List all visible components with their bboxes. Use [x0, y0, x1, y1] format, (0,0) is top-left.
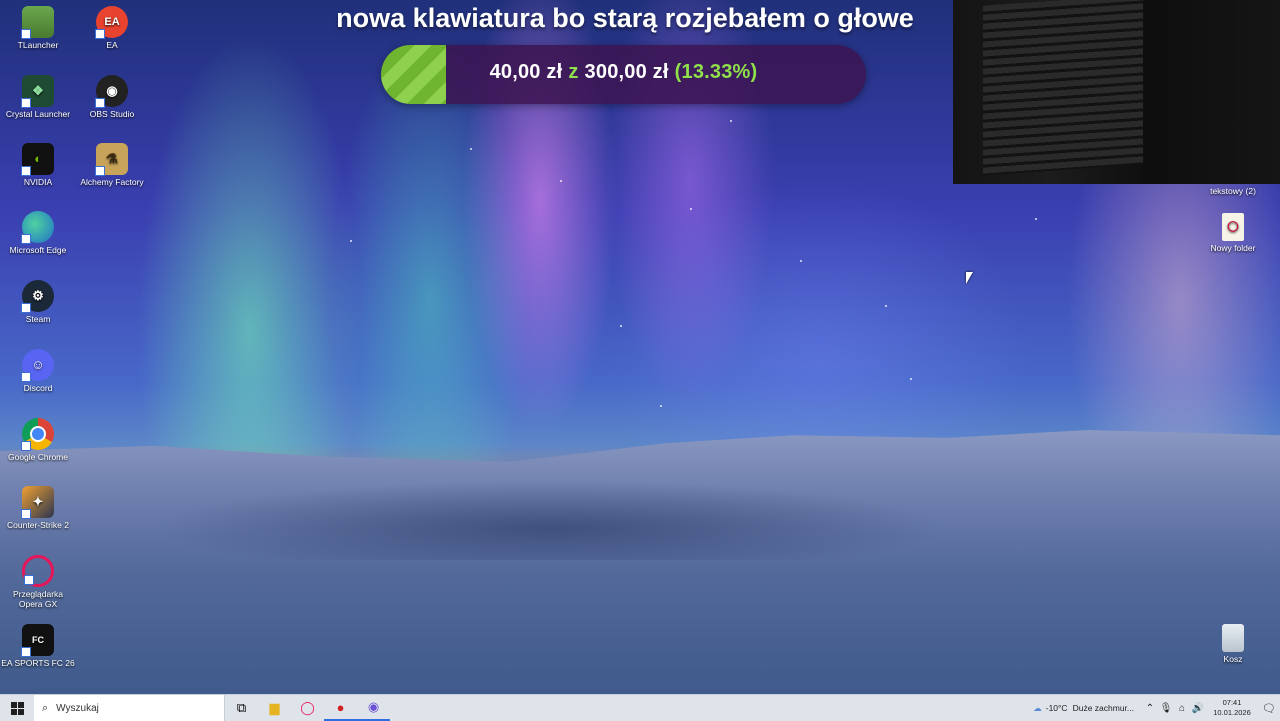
search-icon: ⌕	[42, 701, 49, 714]
taskbar-file-explorer[interactable]: ▆	[258, 695, 291, 721]
desktop-icon-tlauncher[interactable]: TLauncher	[1, 6, 75, 50]
donation-percent: (13.33%)	[674, 61, 758, 83]
start-button[interactable]	[0, 695, 34, 721]
desktop-icon-alchemy-factory[interactable]: ⚗ Alchemy Factory	[75, 143, 149, 187]
desktop-icon-label: Nowy folder	[1210, 243, 1256, 253]
donation-amount: 40,00 zł	[489, 61, 563, 83]
desktop-icon-nvidia[interactable]: ◐ NVIDIA	[1, 143, 75, 187]
tlauncher-icon	[21, 6, 54, 39]
task-view-icon: ⧉	[236, 700, 247, 715]
windows-logo-icon	[10, 701, 24, 715]
microphone-icon[interactable]: 🎙	[1158, 703, 1174, 714]
desktop-icon-new-folder[interactable]: ◯ Nowy folder	[1196, 213, 1270, 253]
clock-time: 07:41	[1222, 698, 1242, 707]
crystal-launcher-icon: ❖	[21, 75, 54, 108]
clock-date: 10.01.2026	[1213, 708, 1251, 717]
desktop-icon-fc26[interactable]: FC EA SPORTS FC 26	[1, 624, 75, 668]
desktop-icon-recycle-bin[interactable]: Kosz	[1196, 624, 1270, 664]
taskbar-obs[interactable]: ◉	[357, 695, 390, 721]
ea-icon: EA	[95, 6, 128, 39]
volume-icon[interactable]: 🔊	[1190, 703, 1206, 714]
desktop-icon-label: Microsoft Edge	[9, 245, 67, 255]
desktop-icon-label: Crystal Launcher	[5, 109, 71, 119]
network-icon[interactable]: ⌂	[1174, 703, 1190, 714]
desktop-icon-label: Przeglądarka Opera GX	[12, 589, 64, 609]
desktop-icon-label: tekstowy (2)	[1210, 186, 1256, 196]
nvidia-icon: ◐	[21, 143, 54, 176]
desktop-icon-label: Kosz	[1223, 654, 1243, 664]
desktop-icon-label: Alchemy Factory	[80, 177, 144, 187]
chrome-icon	[21, 418, 54, 451]
taskbar-clock[interactable]: 07:41 10.01.2026	[1210, 698, 1254, 718]
desktop-icon-label: EA SPORTS FC 26	[1, 658, 75, 668]
folder-icon: ◯	[1222, 213, 1244, 241]
opera-gx-icon	[22, 555, 54, 587]
donation-separator: z	[568, 61, 579, 83]
donation-goal: 300,00 zł	[584, 61, 669, 83]
desktop-icon-cs2[interactable]: ✦ Counter-Strike 2	[1, 486, 75, 530]
desktop-icon-ea[interactable]: EA EA	[75, 6, 149, 50]
system-tray: ☁ -10°C Duże zachmur... ⌃ 🎙 ⌂ 🔊 07:41 10…	[1025, 695, 1280, 721]
obs-icon: ◉	[367, 699, 380, 714]
weather-widget[interactable]: ☁ -10°C Duże zachmur...	[1025, 703, 1142, 714]
alchemy-factory-icon: ⚗	[95, 143, 128, 176]
desktop-icon-label: Discord	[23, 383, 53, 393]
weather-temp: -10°C	[1045, 703, 1068, 713]
donation-progress-text: 40,00 zł z 300,00 zł (13.33%)	[381, 61, 866, 84]
window-blinds	[983, 0, 1143, 176]
desktop-icon-label: Counter-Strike 2	[7, 520, 69, 530]
desktop-icon-label: Steam	[25, 314, 51, 324]
desktop-icon-opera-gx[interactable]: Przeglądarka Opera GX	[1, 555, 75, 609]
steam-icon: ⚙	[21, 280, 54, 313]
recycle-bin-icon	[1222, 624, 1244, 652]
cloud-icon: ☁	[1033, 702, 1042, 713]
taskbar-search[interactable]: ⌕ Wyszukaj	[34, 695, 225, 721]
taskbar: ⌕ Wyszukaj ⧉ ▆ ◯ ● ◉ ☁ -10°C Duże zachmu…	[0, 694, 1280, 721]
desktop-icon-label: TLauncher	[17, 40, 59, 50]
desktop-icon-text-file[interactable]: tekstowy (2)	[1196, 186, 1270, 196]
edge-icon	[21, 211, 54, 244]
folder-icon: ▆	[269, 700, 280, 715]
taskbar-app-red[interactable]: ●	[324, 695, 357, 721]
desktop-icon-label: NVIDIA	[23, 177, 53, 187]
taskbar-opera-gx[interactable]: ◯	[291, 695, 324, 721]
opera-gx-icon: ◯	[300, 700, 315, 715]
chevron-up-icon[interactable]: ⌃	[1142, 703, 1158, 714]
weather-text: Duże zachmur...	[1072, 703, 1134, 713]
mouse-cursor	[966, 272, 973, 284]
desktop-icon-label: OBS Studio	[89, 109, 135, 119]
desktop-icon-steam[interactable]: ⚙ Steam	[1, 280, 75, 324]
webcam-overlay	[953, 0, 1280, 184]
app-icon: ●	[336, 699, 345, 715]
desktop-icon-obs[interactable]: ◉ OBS Studio	[75, 75, 149, 119]
obs-icon: ◉	[95, 75, 128, 108]
task-view-button[interactable]: ⧉	[225, 695, 258, 721]
desktop-icon-crystal-launcher[interactable]: ❖ Crystal Launcher	[1, 75, 75, 119]
desktop-icon-chrome[interactable]: Google Chrome	[1, 418, 75, 462]
desktop-icon-discord[interactable]: ☺ Discord	[1, 349, 75, 393]
desktop-icon-label: Google Chrome	[7, 452, 68, 462]
search-placeholder: Wyszukaj	[56, 702, 99, 714]
discord-icon: ☺	[21, 349, 54, 382]
notifications-icon[interactable]: 🗨	[1258, 702, 1280, 715]
desktop-icon-label: EA	[106, 40, 118, 50]
desktop-icon-edge[interactable]: Microsoft Edge	[1, 211, 75, 255]
fc26-icon: FC	[21, 624, 54, 657]
cs2-icon: ✦	[21, 486, 54, 519]
donation-goal-title: nowa klawiatura bo starą rozjebałem o gł…	[336, 3, 914, 33]
donation-progress-bar: 40,00 zł z 300,00 zł (13.33%)	[381, 45, 866, 104]
